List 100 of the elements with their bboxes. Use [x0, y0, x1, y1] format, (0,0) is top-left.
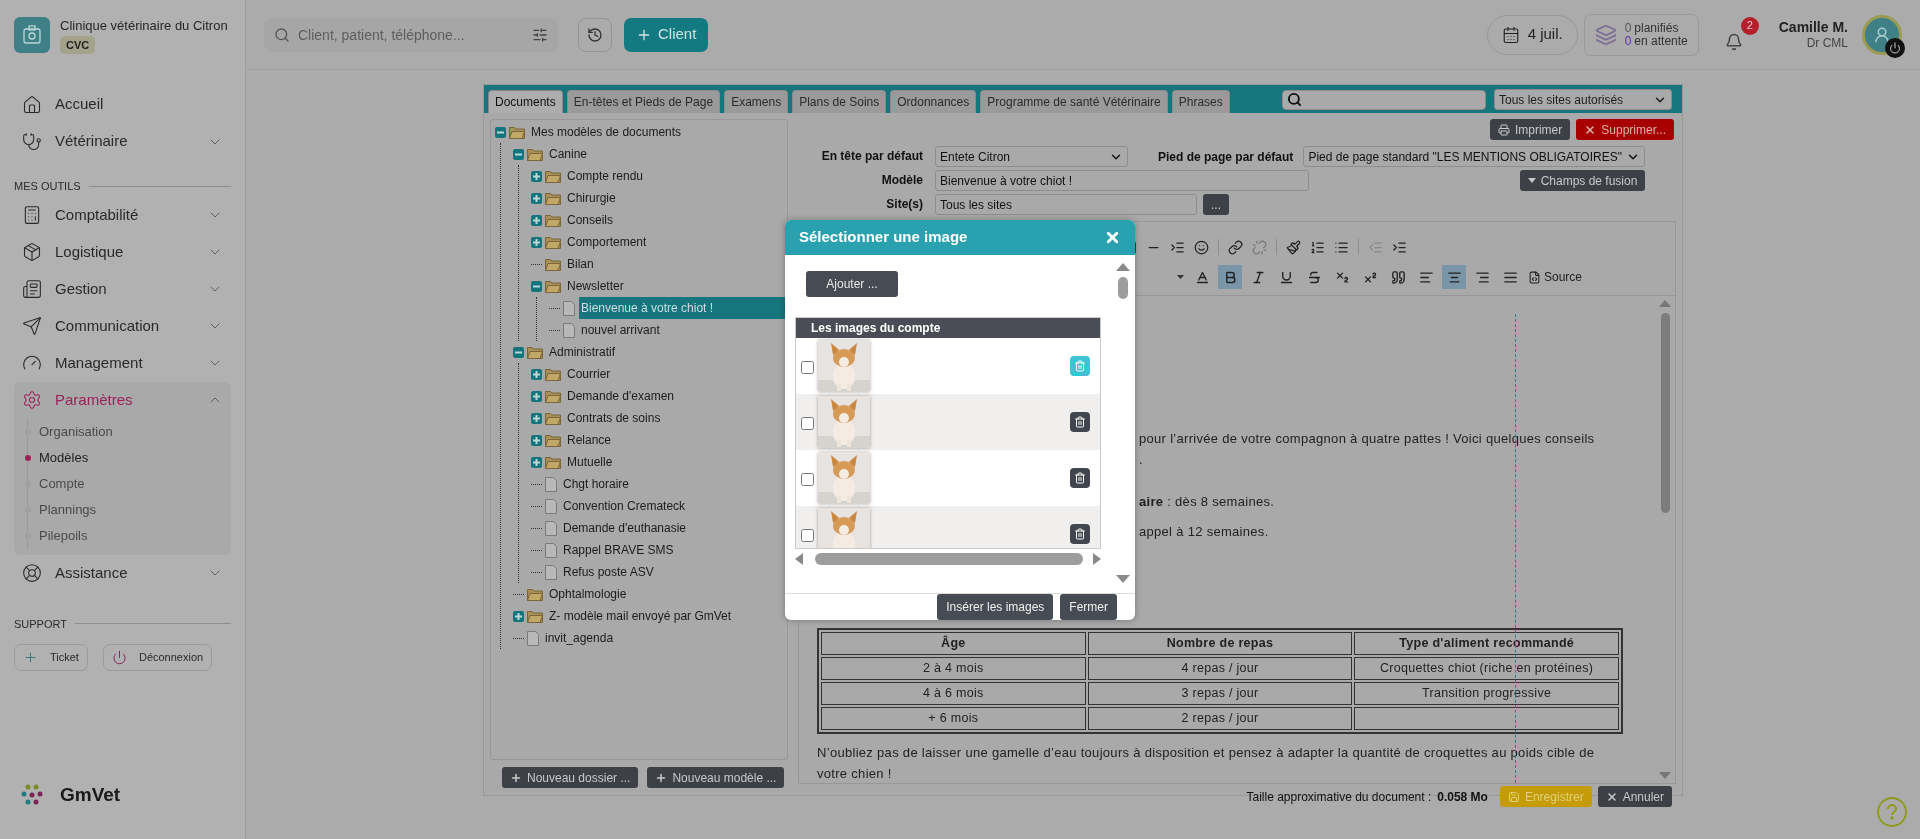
- expand-icon[interactable]: [531, 368, 542, 380]
- nav-item[interactable]: Assistance: [14, 554, 231, 592]
- ticket-button[interactable]: Ticket: [14, 644, 88, 671]
- tree-item[interactable]: Chgt horaire: [561, 473, 787, 495]
- tree-item[interactable]: Ophtalmologie: [547, 583, 787, 605]
- image-checkbox[interactable]: [801, 472, 814, 486]
- nav-item[interactable]: Management: [14, 344, 231, 382]
- tab[interactable]: Plans de Soins: [792, 90, 887, 113]
- expand-icon[interactable]: [531, 192, 542, 204]
- image-checkbox[interactable]: [801, 416, 814, 430]
- new-client-button[interactable]: Client: [624, 17, 709, 52]
- tree-item[interactable]: nouvel arrivant: [579, 319, 787, 341]
- delete-button[interactable]: Supprimer...: [1576, 119, 1674, 140]
- tree-item[interactable]: Canine: [547, 143, 787, 165]
- history-button[interactable]: [578, 17, 612, 52]
- image-checkbox[interactable]: [801, 360, 814, 374]
- delete-image-button[interactable]: [1070, 524, 1090, 544]
- tree-item[interactable]: Mutuelle: [565, 451, 787, 473]
- nav-item[interactable]: Logistique: [14, 233, 231, 271]
- delete-image-button[interactable]: [1070, 468, 1090, 488]
- tree-item[interactable]: Newsletter: [565, 275, 787, 297]
- tree-item[interactable]: Bienvenue à votre chiot !: [579, 297, 787, 319]
- expand-icon[interactable]: [531, 214, 542, 226]
- tree-search-field[interactable]: [1282, 89, 1486, 110]
- footer-select[interactable]: Pied de page standard "LES MENTIONS OBLIGATOIRES": [1303, 146, 1646, 167]
- image-checkbox[interactable]: [801, 528, 814, 542]
- bullet-list-icon[interactable]: [1334, 239, 1349, 255]
- smiley-icon[interactable]: [1194, 239, 1209, 255]
- nav-subitem[interactable]: Compte: [25, 470, 231, 497]
- expand-icon[interactable]: [531, 390, 542, 402]
- notifications-button[interactable]: 2: [1724, 16, 1759, 53]
- scroll-up-icon[interactable]: [1116, 263, 1130, 271]
- new-folder-button[interactable]: Nouveau dossier ...: [502, 767, 639, 788]
- logout-button[interactable]: Déconnexion: [102, 644, 213, 671]
- expand-icon[interactable]: [531, 236, 542, 248]
- expand-icon[interactable]: [531, 170, 542, 182]
- print-button[interactable]: Imprimer: [1489, 119, 1571, 140]
- expand-icon[interactable]: [531, 412, 542, 424]
- close-button[interactable]: Fermer: [1060, 594, 1117, 620]
- tab[interactable]: Phrases: [1171, 90, 1230, 113]
- tab[interactable]: Programme de santé Vétérinaire: [980, 90, 1168, 113]
- nav-item[interactable]: Accueil: [14, 86, 231, 123]
- tree-item[interactable]: Rappel BRAVE SMS: [561, 539, 787, 561]
- scroll-left-icon[interactable]: [795, 553, 803, 565]
- tree-item[interactable]: Comportement: [565, 231, 787, 253]
- indent-icon[interactable]: [1392, 239, 1407, 255]
- expand-icon[interactable]: [513, 610, 524, 622]
- scrollbar-thumb[interactable]: [1660, 313, 1670, 513]
- scroll-right-icon[interactable]: [1093, 553, 1101, 565]
- tab[interactable]: Examens: [724, 90, 789, 113]
- tree-item[interactable]: Mes modèles de documents: [529, 121, 787, 143]
- tree-item[interactable]: Compte rendu: [565, 165, 787, 187]
- tab[interactable]: En-têtes et Pieds de Page: [566, 90, 721, 113]
- scrollbar-thumb[interactable]: [815, 553, 1083, 565]
- link-icon[interactable]: [1228, 239, 1243, 255]
- collapse-icon[interactable]: [531, 280, 542, 292]
- cancel-button[interactable]: Annuler: [1597, 786, 1672, 807]
- numbered-list-icon[interactable]: [1310, 239, 1325, 255]
- sites-field[interactable]: Tous les sites: [935, 194, 1197, 215]
- scroll-down-icon[interactable]: [1116, 575, 1130, 583]
- nav-item[interactable]: Gestion: [14, 270, 231, 308]
- sites-picker-button[interactable]: ...: [1203, 194, 1229, 215]
- tree-item[interactable]: Bilan: [565, 253, 787, 275]
- tree-item[interactable]: Conseils: [565, 209, 787, 231]
- search-field[interactable]: Client, patient, téléphone...: [264, 17, 558, 52]
- tree-item[interactable]: Administratif: [547, 341, 787, 363]
- scrollbar-thumb[interactable]: [1118, 277, 1128, 299]
- bold-icon[interactable]: [1218, 265, 1242, 289]
- tab[interactable]: Ordonnances: [890, 90, 977, 113]
- nav-item[interactable]: Communication: [14, 307, 231, 345]
- new-template-button[interactable]: Nouveau modèle ...: [647, 767, 785, 788]
- tree-item[interactable]: invit_agenda: [543, 627, 787, 649]
- tree-item[interactable]: Courrier: [565, 363, 787, 385]
- scroll-up-icon[interactable]: [1659, 300, 1671, 307]
- nav-item[interactable]: Comptabilité: [14, 196, 231, 234]
- expand-icon[interactable]: [531, 434, 542, 446]
- collapse-icon[interactable]: [495, 126, 506, 138]
- site-filter-select[interactable]: Tous les sites autorisés: [1494, 89, 1672, 110]
- nav-subitem[interactable]: Organisation: [25, 418, 231, 445]
- indent-icon[interactable]: [1170, 239, 1185, 255]
- delete-image-button[interactable]: [1070, 412, 1090, 432]
- tree-item[interactable]: Refus poste ASV: [561, 561, 787, 583]
- tree-item[interactable]: Contrats de soins: [565, 407, 787, 429]
- tree-item[interactable]: Convention Cremateck: [561, 495, 787, 517]
- expand-icon[interactable]: [531, 456, 542, 468]
- model-name-field[interactable]: Bienvenue à votre chiot !: [935, 170, 1309, 191]
- schedule-summary[interactable]: 0 planifiés 0 en attente: [1583, 13, 1699, 56]
- tab[interactable]: Documents: [488, 90, 563, 113]
- align-center-icon[interactable]: [1442, 265, 1466, 289]
- collapse-icon[interactable]: [513, 148, 524, 160]
- add-button[interactable]: Ajouter ...: [806, 271, 898, 297]
- paintbrush-icon[interactable]: [1286, 239, 1301, 255]
- header-select[interactable]: Entete Citron: [935, 146, 1128, 167]
- user-avatar[interactable]: [1862, 14, 1902, 55]
- merge-fields-button[interactable]: Champs de fusion: [1519, 170, 1646, 191]
- tree-item[interactable]: Demande d'examen: [565, 385, 787, 407]
- tree-item[interactable]: Relance: [565, 429, 787, 451]
- tree-item[interactable]: Demande d'euthanasie: [561, 517, 787, 539]
- scroll-down-icon[interactable]: [1659, 772, 1671, 779]
- tree-item[interactable]: Chirurgie: [565, 187, 787, 209]
